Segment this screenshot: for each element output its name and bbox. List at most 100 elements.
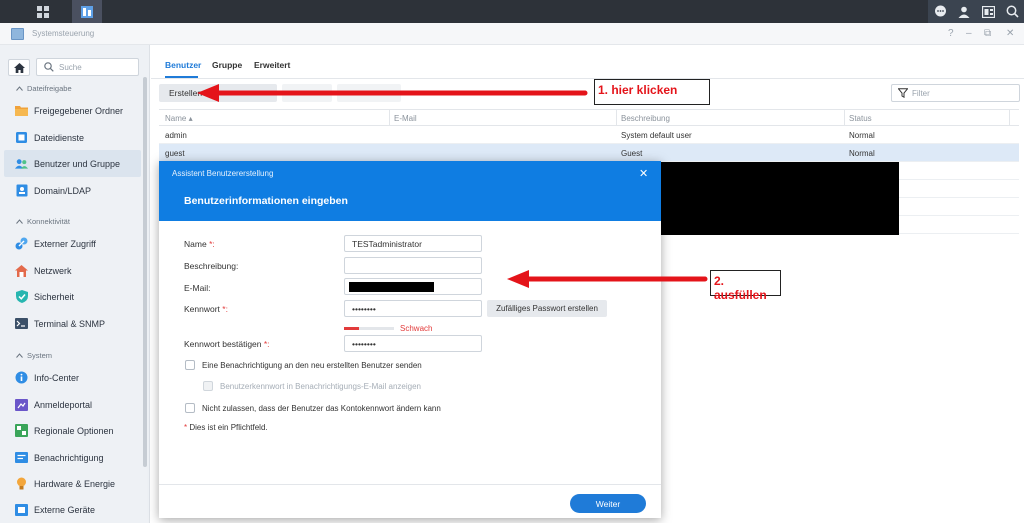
cell-name: guest bbox=[165, 149, 185, 158]
sidebar: Suche Dateifreigabe Freigegebener Ordner… bbox=[0, 45, 150, 523]
section-konnektivitaet[interactable]: Konnektivität bbox=[16, 217, 70, 226]
password-field[interactable]: •••••••• bbox=[344, 300, 482, 317]
section-system[interactable]: System bbox=[16, 351, 52, 360]
sidebar-item-security[interactable]: Sicherheit bbox=[4, 283, 141, 310]
sidebar-item-terminal-snmp[interactable]: Terminal & SNMP bbox=[4, 310, 141, 337]
region-icon bbox=[15, 424, 28, 437]
password-label: Kennwort *: bbox=[184, 304, 228, 314]
sidebar-item-label: Anmeldeportal bbox=[34, 399, 93, 410]
confirm-password-field[interactable]: •••••••• bbox=[344, 335, 482, 352]
column-name[interactable]: Name ▴ bbox=[165, 114, 193, 123]
global-search-button[interactable] bbox=[1000, 0, 1024, 23]
close-icon[interactable]: ✕ bbox=[1006, 28, 1014, 39]
filter-placeholder: Filter bbox=[912, 89, 930, 98]
cell-description: System default user bbox=[621, 131, 692, 140]
sidebar-search[interactable]: Suche bbox=[36, 58, 139, 76]
restore-icon[interactable]: ⧉ bbox=[984, 28, 991, 39]
control-panel-icon bbox=[81, 5, 93, 18]
minimize-icon[interactable]: – bbox=[966, 28, 972, 39]
sidebar-scrollbar[interactable] bbox=[143, 77, 147, 467]
main-menu-button[interactable] bbox=[28, 0, 58, 23]
sidebar-item-shared-folder[interactable]: Freigegebener Ordner bbox=[4, 97, 141, 124]
sidebar-item-info-center[interactable]: Info-Center bbox=[4, 364, 141, 391]
widgets-button[interactable] bbox=[976, 0, 1000, 23]
sidebar-item-label: Hardware & Energie bbox=[34, 478, 116, 489]
chat-button[interactable] bbox=[928, 0, 952, 23]
dialog-header: Assistent Benutzererstellung ✕ Benutzeri… bbox=[159, 161, 661, 221]
checkbox-label: Benutzerkennwort in Benachrichtigungs-E-… bbox=[220, 381, 421, 391]
search-icon bbox=[1006, 5, 1019, 18]
sidebar-item-label: Info-Center bbox=[34, 372, 80, 383]
checkbox-label: Nicht zulassen, dass der Benutzer das Ko… bbox=[202, 403, 441, 413]
required-note: * Dies ist ein Pflichtfeld. bbox=[184, 423, 268, 432]
file-services-icon bbox=[15, 131, 28, 144]
sidebar-item-label: Benachrichtigung bbox=[34, 452, 104, 463]
disallow-password-change-checkbox[interactable]: Nicht zulassen, dass der Benutzer das Ko… bbox=[185, 403, 441, 413]
annotation-label-1: 1. hier klicken bbox=[594, 79, 710, 105]
checkbox[interactable] bbox=[185, 360, 195, 370]
sidebar-item-hardware-energy[interactable]: Hardware & Energie bbox=[4, 470, 141, 497]
checkbox[interactable] bbox=[185, 403, 195, 413]
sidebar-item-regional-options[interactable]: Regionale Optionen bbox=[4, 417, 141, 444]
sidebar-item-users-groups[interactable]: Benutzer und Gruppe bbox=[4, 150, 141, 177]
chevron-up-icon bbox=[16, 353, 23, 358]
cell-status: Normal bbox=[849, 131, 875, 140]
help-icon[interactable]: ? bbox=[948, 28, 954, 39]
dialog-footer-divider bbox=[159, 484, 661, 485]
sidebar-item-external-access[interactable]: Externer Zugriff bbox=[4, 230, 141, 257]
close-icon[interactable]: ✕ bbox=[639, 167, 648, 180]
filter-icon bbox=[898, 88, 908, 98]
sidebar-item-notification[interactable]: Benachrichtigung bbox=[4, 444, 141, 471]
control-panel-window-icon bbox=[11, 28, 24, 40]
notification-icon bbox=[15, 451, 28, 464]
password-strength: Schwach bbox=[344, 324, 432, 333]
show-password-in-email-checkbox[interactable]: Benutzerkennwort in Benachrichtigungs-E-… bbox=[203, 381, 421, 391]
search-placeholder: Suche bbox=[59, 63, 82, 72]
section-label: Konnektivität bbox=[27, 217, 70, 226]
home-icon bbox=[13, 62, 25, 73]
column-email[interactable]: E-Mail bbox=[394, 114, 417, 123]
column-description[interactable]: Beschreibung bbox=[621, 114, 670, 123]
section-dateifreigabe[interactable]: Dateifreigabe bbox=[16, 84, 72, 93]
tab-gruppe[interactable]: Gruppe bbox=[212, 60, 242, 70]
home-button[interactable] bbox=[8, 59, 30, 76]
user-menu-button[interactable] bbox=[952, 0, 976, 23]
create-user-wizard-dialog: Assistent Benutzererstellung ✕ Benutzeri… bbox=[159, 161, 661, 518]
table-row[interactable]: admin System default user Normal bbox=[159, 126, 1019, 144]
redacted-email bbox=[349, 282, 434, 292]
sidebar-item-external-devices[interactable]: Externe Geräte bbox=[4, 496, 141, 523]
name-label: Name *: bbox=[184, 239, 215, 249]
sidebar-item-label: Sicherheit bbox=[34, 291, 75, 302]
cell-status: Normal bbox=[849, 149, 875, 158]
sidebar-item-login-portal[interactable]: Anmeldeportal bbox=[4, 391, 141, 418]
redacted-area bbox=[656, 162, 899, 235]
sidebar-item-domain-ldap[interactable]: Domain/LDAP bbox=[4, 177, 141, 204]
checkbox[interactable] bbox=[203, 381, 213, 391]
next-button[interactable]: Weiter bbox=[570, 494, 646, 513]
send-notification-checkbox[interactable]: Eine Benachrichtigung an den neu erstell… bbox=[185, 360, 422, 370]
dialog-heading: Benutzerinformationen eingeben bbox=[184, 195, 348, 207]
sidebar-item-label: Regionale Optionen bbox=[34, 425, 114, 436]
annotation-label-2: 2. ausfüllen bbox=[710, 270, 781, 302]
strength-bar bbox=[344, 327, 394, 330]
annotation-arrow-2 bbox=[507, 270, 708, 288]
tab-erweitert[interactable]: Erweitert bbox=[254, 60, 290, 70]
column-status[interactable]: Status bbox=[849, 114, 872, 123]
tab-benutzer[interactable]: Benutzer bbox=[165, 60, 201, 70]
table-row[interactable]: guest Guest Normal bbox=[159, 144, 1019, 162]
section-label: Dateifreigabe bbox=[27, 84, 72, 93]
sidebar-item-network[interactable]: Netzwerk bbox=[4, 257, 141, 284]
sidebar-item-label: Freigegebener Ordner bbox=[34, 105, 124, 116]
filter-input[interactable]: Filter bbox=[891, 84, 1020, 102]
users-table-header: Name ▴ E-Mail Beschreibung Status bbox=[159, 109, 1019, 126]
description-field[interactable] bbox=[344, 257, 482, 274]
control-panel-taskbar-button[interactable] bbox=[72, 0, 102, 23]
generate-password-button[interactable]: Zufälliges Passwort erstellen bbox=[487, 300, 607, 317]
sidebar-item-file-services[interactable]: Dateidienste bbox=[4, 124, 141, 151]
email-label: E-Mail: bbox=[184, 283, 211, 293]
chat-icon bbox=[934, 5, 946, 17]
name-field[interactable]: TESTadministrator bbox=[344, 235, 482, 252]
hardware-icon bbox=[15, 477, 28, 490]
users-icon bbox=[15, 157, 28, 170]
external-access-icon bbox=[15, 237, 28, 250]
